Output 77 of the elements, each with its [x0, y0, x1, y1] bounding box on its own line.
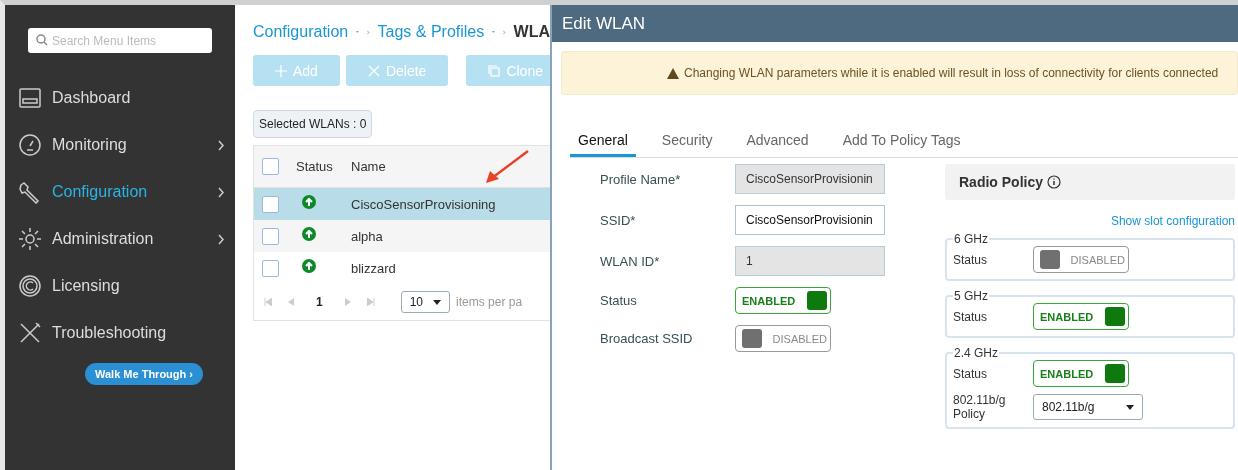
chevron-right-icon — [218, 186, 225, 198]
field-label: Profile Name* — [600, 171, 682, 187]
warning-text: Changing WLAN parameters while it is enabled will result in loss of connectivity for clients connected — [684, 66, 1219, 80]
chevron-right-icon — [218, 139, 225, 151]
band-legend: 5 GHz — [953, 289, 989, 303]
next-page-icon — [344, 298, 351, 306]
gear-icon — [18, 227, 42, 251]
column-header[interactable]: Name — [343, 159, 550, 174]
tab[interactable]: General — [570, 128, 636, 157]
status-up-icon — [302, 195, 316, 209]
tab[interactable]: Advanced — [738, 128, 817, 157]
tools-icon — [18, 321, 42, 345]
walk-me-through-button[interactable]: Walk Me Through › — [85, 363, 203, 385]
row-checkbox[interactable] — [262, 195, 279, 213]
sidebar-item[interactable]: Dashboard — [5, 83, 235, 113]
field-label: Broadcast SSID — [600, 331, 694, 346]
panel-title: Edit WLAN — [552, 5, 1238, 42]
column-header[interactable]: Status — [288, 159, 343, 174]
annotation-arrow — [486, 150, 530, 184]
page-number[interactable]: 1 — [310, 295, 329, 309]
band-legend: 6 GHz — [953, 232, 989, 246]
sidebar-item[interactable]: Administration — [5, 224, 235, 254]
field-label: Status — [600, 293, 638, 308]
close-icon — [367, 64, 380, 77]
copy-icon — [488, 64, 501, 77]
input-field[interactable]: CiscoSensorProvisionin — [735, 205, 885, 235]
field-label: WLAN ID* — [600, 253, 661, 269]
breadcrumb-link[interactable]: WLA — [513, 23, 550, 41]
tab[interactable]: Security — [653, 128, 721, 157]
sidebar-item[interactable]: Monitoring — [5, 130, 235, 160]
band-legend: 2.4 GHz — [953, 346, 999, 360]
sidebar-item[interactable]: Configuration — [5, 177, 235, 207]
field-label: Status — [953, 366, 989, 381]
field-label: SSID* — [600, 212, 637, 228]
select-all-checkbox[interactable] — [262, 158, 279, 175]
row-checkbox[interactable] — [262, 259, 279, 277]
status-up-icon — [302, 259, 316, 273]
tab[interactable]: Add To Policy Tags — [834, 128, 969, 157]
warning-icon — [667, 67, 679, 79]
status-toggle[interactable]: ENABLED — [735, 287, 831, 314]
copyright-icon — [18, 274, 42, 298]
chevron-right-icon — [218, 233, 225, 245]
search-field[interactable]: Search Menu Items — [28, 28, 212, 53]
table-cell-text: CiscoSensorProvisioning — [350, 196, 497, 212]
plus-icon — [275, 64, 287, 77]
row-checkbox[interactable] — [262, 227, 279, 245]
search-icon — [36, 34, 48, 46]
status-toggle[interactable]: DISABLED — [735, 325, 831, 352]
status-toggle[interactable]: ENABLED — [1033, 303, 1129, 330]
table-row[interactable]: alpha — [254, 220, 550, 252]
field-label: 802.11b/g Policy — [953, 393, 1007, 421]
first-page-icon — [264, 298, 272, 306]
info-icon — [1047, 175, 1062, 189]
last-page-icon — [366, 298, 375, 306]
field-label: Status — [953, 252, 989, 267]
sidebar-item[interactable]: Licensing — [5, 271, 235, 301]
policy-select[interactable]: 802.11b/g — [1033, 394, 1143, 420]
status-toggle[interactable]: DISABLED — [1033, 246, 1129, 273]
wrench-icon — [18, 180, 42, 204]
table-cell-text: blizzard — [350, 260, 397, 276]
field-label: Status — [953, 309, 989, 324]
status-up-icon — [302, 227, 316, 241]
caret-icon — [492, 30, 495, 34]
selected-count: Selected WLANs : 0 — [253, 110, 373, 138]
caret-icon — [433, 299, 442, 305]
gauge-icon — [18, 133, 42, 157]
caret-icon — [1126, 404, 1134, 410]
sidebar-item[interactable]: Troubleshooting — [5, 318, 235, 348]
page-size-select[interactable]: 10 — [400, 291, 451, 313]
table-cell-text: alpha — [350, 228, 384, 244]
table-row[interactable]: CiscoSensorProvisioning — [254, 188, 550, 220]
section-title: Radio Policy — [959, 174, 1044, 190]
status-toggle[interactable]: ENABLED — [1033, 360, 1129, 387]
dashboard-icon — [18, 86, 42, 110]
items-per-page-label: items per pa — [456, 295, 523, 309]
caret-icon — [356, 30, 359, 34]
previous-page-icon — [288, 298, 294, 306]
